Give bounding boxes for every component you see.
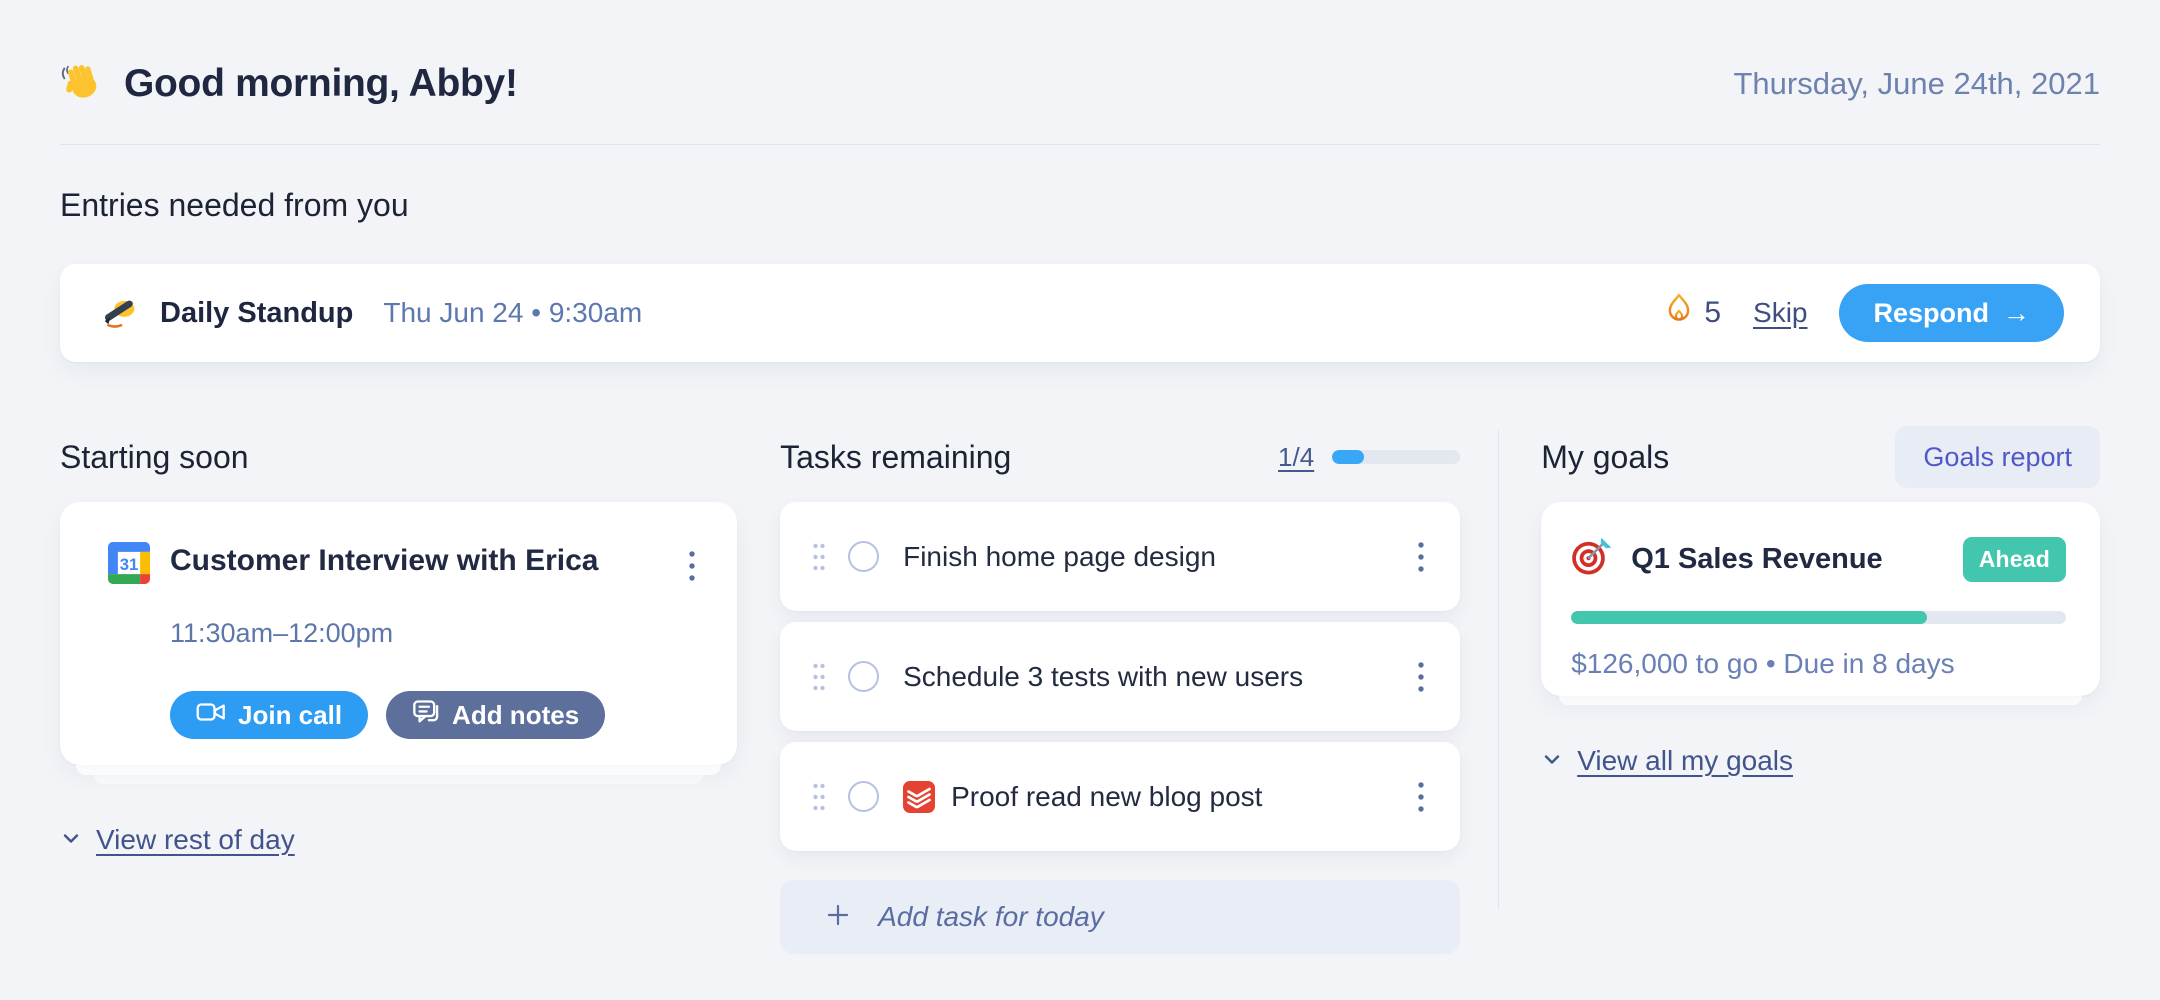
join-call-button[interactable]: Join call	[170, 691, 369, 739]
event-title: Customer Interview with Erica	[170, 544, 599, 577]
goal-progress-fill	[1571, 611, 1928, 624]
event-card: 31 Customer Interview with Erica 11:30am…	[60, 502, 738, 765]
waving-hand-icon	[60, 60, 104, 109]
chevron-down-icon	[60, 827, 82, 854]
event-card-stack: 31 Customer Interview with Erica 11:30am…	[60, 502, 738, 784]
starting-soon-column: Starting soon 31 Customer Interview with…	[60, 426, 738, 954]
page-title: Good morning, Abby!	[124, 62, 518, 105]
plus-icon	[824, 901, 852, 934]
standup-title: Daily Standup	[160, 296, 354, 329]
column-divider	[1498, 430, 1500, 910]
task-checkbox[interactable]	[848, 541, 880, 572]
goal-progress-bar	[1571, 611, 2066, 624]
task-checkbox[interactable]	[848, 661, 880, 692]
add-task-placeholder: Add task for today	[878, 901, 1104, 932]
stacked-card-edge	[1559, 696, 2082, 705]
tasks-progress: 1/4	[1278, 442, 1461, 473]
chat-notes-icon	[412, 699, 440, 732]
respond-button[interactable]: Respond →	[1839, 284, 2064, 342]
entries-heading: Entries needed from you	[60, 187, 409, 223]
chevron-down-icon	[1541, 748, 1563, 775]
add-task-input[interactable]: Add task for today	[780, 880, 1461, 954]
streak-count: 5	[1704, 296, 1722, 329]
tasks-progress-fill	[1332, 450, 1365, 464]
task-label: Proof read new blog post	[951, 780, 1263, 812]
task-row[interactable]: Finish home page design	[780, 502, 1461, 611]
task-label: Finish home page design	[903, 540, 1216, 572]
event-time: 11:30am–12:00pm	[170, 618, 394, 648]
kebab-menu-icon[interactable]	[683, 542, 701, 590]
greeting: Good morning, Abby!	[60, 60, 518, 109]
standup-schedule: Thu Jun 24 • 9:30am	[383, 297, 643, 328]
view-all-goals-link[interactable]: View all my goals	[1577, 745, 1793, 777]
todoist-icon	[903, 780, 936, 813]
task-row[interactable]: Schedule 3 tests with new users	[780, 622, 1461, 731]
task-row[interactable]: Proof read new blog post	[780, 742, 1461, 851]
drag-handle-icon[interactable]	[812, 782, 826, 812]
kebab-menu-icon[interactable]	[1412, 653, 1430, 701]
svg-text:31: 31	[120, 555, 139, 574]
goal-status-badge: Ahead	[1962, 537, 2066, 582]
stacked-card-edge	[94, 775, 704, 784]
tasks-heading: Tasks remaining	[780, 438, 1012, 475]
writing-hand-icon	[100, 292, 138, 335]
goal-card[interactable]: Q1 Sales Revenue Ahead $126,000 to go • …	[1541, 502, 2100, 696]
goal-status-text: $126,000 to go • Due in 8 days	[1571, 648, 1955, 679]
tasks-progress-link[interactable]: 1/4	[1278, 442, 1314, 473]
drag-handle-icon[interactable]	[812, 542, 826, 572]
standup-entry-card: Daily Standup Thu Jun 24 • 9:30am 5 Skip…	[60, 264, 2100, 362]
current-date: Thursday, June 24th, 2021	[1733, 66, 2100, 101]
header-divider	[60, 144, 2100, 145]
flame-icon	[1664, 292, 1694, 334]
standup-actions: 5 Skip Respond →	[1664, 284, 2064, 342]
skip-link[interactable]: Skip	[1753, 297, 1807, 329]
goals-column: My goals Goals report Q1 Sales Revenue A…	[1541, 426, 2100, 954]
add-notes-button[interactable]: Add notes	[386, 691, 606, 739]
dashboard: Good morning, Abby! Thursday, June 24th,…	[0, 0, 2160, 954]
drag-handle-icon[interactable]	[812, 662, 826, 692]
stacked-card-edge	[76, 765, 722, 775]
task-label: Schedule 3 tests with new users	[903, 660, 1304, 692]
view-rest-of-day-link[interactable]: View rest of day	[96, 824, 295, 856]
arrow-right-icon: →	[2003, 297, 2030, 328]
dashboard-columns: Starting soon 31 Customer Interview with…	[60, 426, 2100, 954]
goal-title: Q1 Sales Revenue	[1631, 543, 1883, 575]
goals-heading: My goals	[1541, 438, 1670, 475]
page-header: Good morning, Abby! Thursday, June 24th,…	[60, 48, 2100, 120]
streak-counter: 5	[1664, 292, 1721, 334]
google-calendar-icon: 31	[108, 542, 150, 589]
goals-report-button[interactable]: Goals report	[1895, 426, 2100, 488]
dart-target-icon	[1571, 536, 1613, 583]
kebab-menu-icon[interactable]	[1412, 773, 1430, 821]
task-checkbox[interactable]	[848, 781, 880, 812]
tasks-column: Tasks remaining 1/4 Finish home page des…	[780, 426, 1461, 954]
tasks-progress-bar	[1332, 450, 1461, 464]
starting-soon-heading: Starting soon	[60, 438, 249, 475]
kebab-menu-icon[interactable]	[1412, 533, 1430, 581]
video-camera-icon	[196, 700, 226, 731]
